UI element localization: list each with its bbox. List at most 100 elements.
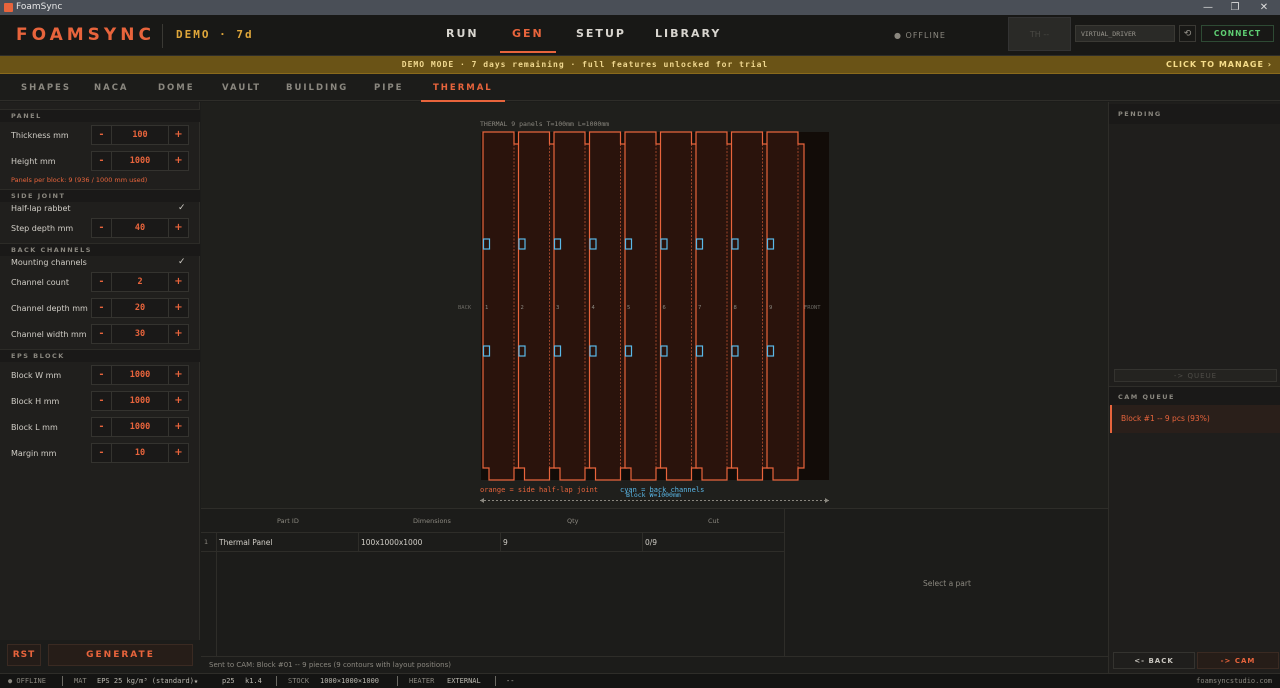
- thermal-panel: [730, 131, 770, 481]
- decrement-button[interactable]: -: [92, 418, 112, 436]
- status-dash: --: [506, 677, 515, 685]
- minimize-icon[interactable]: —: [1194, 0, 1222, 15]
- queue-button[interactable]: -> QUEUE: [1114, 369, 1277, 382]
- status-mat-label: MAT: [74, 677, 87, 685]
- send-to-cam-button[interactable]: -> CAM: [1197, 652, 1279, 669]
- status-heater: EXTERNAL: [447, 677, 481, 685]
- increment-button[interactable]: +: [168, 418, 188, 436]
- tab-pipe[interactable]: PIPE: [374, 83, 403, 93]
- status-message: Sent to CAM: Block #01 -- 9 pieces (9 co…: [201, 656, 1108, 673]
- cam-queue-title: CAM QUEUE: [1109, 386, 1280, 406]
- website-link[interactable]: foamsyncstudio.com: [1196, 674, 1272, 688]
- cam-queue-item[interactable]: Block #1 -- 9 pcs (93%): [1110, 405, 1280, 433]
- increment-button[interactable]: +: [168, 152, 188, 170]
- thermal-panel: [766, 131, 805, 481]
- step-depth-label: Step depth mm: [11, 224, 74, 233]
- driver-slot[interactable]: TH --: [1008, 17, 1071, 51]
- block-h-value[interactable]: 1000: [113, 392, 167, 410]
- maximize-icon[interactable]: ❐: [1221, 0, 1249, 15]
- increment-button[interactable]: +: [168, 325, 188, 343]
- block-l-value[interactable]: 1000: [113, 418, 167, 436]
- half-lap-check-icon[interactable]: ✓: [178, 203, 186, 213]
- decrement-button[interactable]: -: [92, 273, 112, 291]
- back-button[interactable]: <- BACK: [1113, 652, 1195, 669]
- block-l-label: Block L mm: [11, 423, 58, 432]
- height-stepper: - 1000 +: [91, 151, 189, 171]
- tab-thermal[interactable]: THERMAL: [421, 83, 505, 102]
- col-part-id: Part ID: [277, 517, 299, 525]
- status-material[interactable]: EPS 25 kg/m³ (standard)★: [97, 674, 198, 688]
- select-part-hint: Select a part: [923, 579, 971, 588]
- tab-building[interactable]: BUILDING: [286, 83, 348, 93]
- channel-depth-value[interactable]: 20: [113, 299, 167, 317]
- section-panel: PANEL: [0, 109, 200, 122]
- refresh-icon[interactable]: ⟲: [1179, 25, 1196, 42]
- nav-run[interactable]: RUN: [446, 27, 479, 47]
- preview-canvas[interactable]: 123456789 THERMAL 9 panels T=100mm L=100…: [201, 102, 1108, 508]
- thermal-panel: [553, 131, 592, 481]
- decrement-button[interactable]: -: [92, 325, 112, 343]
- window-titlebar: FoamSync: [0, 0, 1280, 15]
- brand-divider: [162, 24, 163, 48]
- thickness-stepper: - 100 +: [91, 125, 189, 145]
- channel-count-value[interactable]: 2: [113, 273, 167, 291]
- tab-shapes[interactable]: SHAPES: [21, 83, 71, 93]
- generate-button[interactable]: GENERATE: [48, 644, 193, 666]
- decrement-button[interactable]: -: [92, 126, 112, 144]
- increment-button[interactable]: +: [168, 299, 188, 317]
- decrement-button[interactable]: -: [92, 444, 112, 462]
- thermal-panel: [659, 131, 699, 481]
- connect-button[interactable]: CONNECT: [1201, 25, 1274, 42]
- brand-logo: FOAMSYNC: [16, 25, 155, 45]
- status-stock: 1000×1000×1000: [320, 677, 380, 685]
- decrement-button[interactable]: -: [92, 219, 112, 237]
- mounting-check-icon[interactable]: ✓: [178, 257, 186, 267]
- tab-vault[interactable]: VAULT: [222, 83, 261, 93]
- table-row[interactable]: 1 Thermal Panel 100x1000x1000 9 0/9: [201, 533, 784, 552]
- banner-text: DEMO MODE · 7 days remaining · full feat…: [401, 60, 769, 69]
- col-divider: [216, 533, 217, 552]
- increment-button[interactable]: +: [168, 366, 188, 384]
- nav-setup[interactable]: SETUP: [576, 27, 626, 47]
- thermal-preview-svg: 123456789 THERMAL 9 panels T=100mm L=100…: [458, 120, 829, 503]
- generator-tabs: SHAPES NACA DOME VAULT BUILDING PIPE THE…: [0, 74, 1280, 102]
- decrement-button[interactable]: -: [92, 299, 112, 317]
- decrement-button[interactable]: -: [92, 366, 112, 384]
- increment-button[interactable]: +: [168, 273, 188, 291]
- close-icon[interactable]: ✕: [1250, 0, 1278, 15]
- thickness-value[interactable]: 100: [113, 126, 167, 144]
- margin-stepper: - 10 +: [91, 443, 189, 463]
- increment-button[interactable]: +: [168, 219, 188, 237]
- thickness-label: Thickness mm: [11, 131, 69, 140]
- block-h-label: Block H mm: [11, 397, 60, 406]
- status-divider: [397, 676, 398, 686]
- parameters-panel: PANEL Thickness mm - 100 + Height mm - 1…: [0, 102, 200, 640]
- window-title: FoamSync: [16, 2, 63, 12]
- panel-number: 8: [734, 305, 737, 311]
- tab-naca[interactable]: NACA: [94, 83, 129, 93]
- reset-button[interactable]: RST: [7, 644, 41, 666]
- block-w-value[interactable]: 1000: [113, 366, 167, 384]
- margin-value[interactable]: 10: [113, 444, 167, 462]
- nav-gen[interactable]: GEN: [500, 27, 556, 53]
- status-bar: ● OFFLINE MAT EPS 25 kg/m³ (standard)★ p…: [0, 673, 1280, 688]
- increment-button[interactable]: +: [168, 444, 188, 462]
- height-value[interactable]: 1000: [113, 152, 167, 170]
- panels-per-block: Panels per block: 9 (936 / 1000 mm used): [11, 176, 148, 184]
- block-w-label: Block W mm: [11, 371, 62, 380]
- col-cut: Cut: [708, 517, 720, 525]
- increment-button[interactable]: +: [168, 126, 188, 144]
- decrement-button[interactable]: -: [92, 152, 112, 170]
- driver-select[interactable]: VIRTUAL_DRIVER: [1075, 25, 1175, 42]
- nav-library[interactable]: LIBRARY: [655, 27, 721, 47]
- part-detail-panel: Select a part: [784, 509, 1108, 657]
- app-icon: [4, 3, 13, 12]
- channel-width-value[interactable]: 30: [113, 325, 167, 343]
- tab-dome[interactable]: DOME: [158, 83, 195, 93]
- panel-number: 2: [521, 305, 524, 311]
- step-depth-value[interactable]: 40: [113, 219, 167, 237]
- decrement-button[interactable]: -: [92, 392, 112, 410]
- increment-button[interactable]: +: [168, 392, 188, 410]
- demo-banner[interactable]: DEMO MODE · 7 days remaining · full feat…: [0, 56, 1280, 74]
- manage-link[interactable]: CLICK TO MANAGE ›: [1166, 56, 1272, 74]
